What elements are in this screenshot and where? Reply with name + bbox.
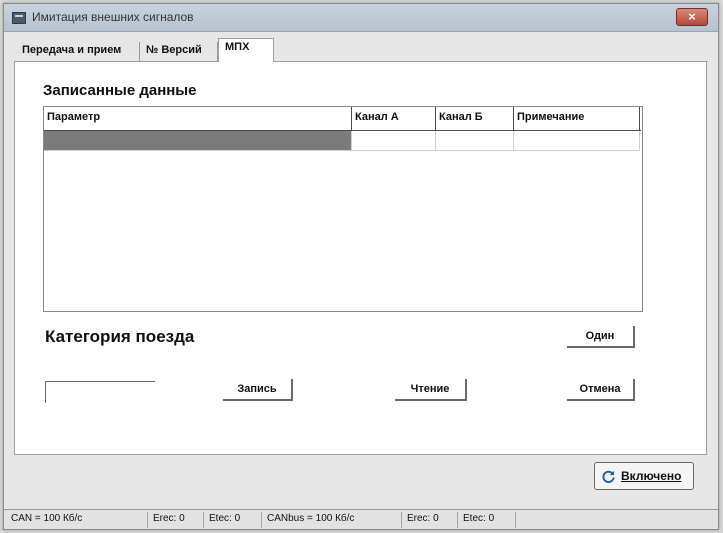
table-cell[interactable] [436,131,514,151]
title-bar[interactable]: Имитация внешних сигналов × [4,4,718,32]
status-erec: Erec: 0 [150,512,204,528]
table-cell[interactable] [352,131,436,151]
tab-transmit-receive[interactable]: Передача и прием [16,42,140,62]
write-button[interactable]: Запись [223,379,293,401]
recorded-data-table[interactable]: Параметр Канал А Канал Б Примечание [43,106,643,312]
column-header-parameter[interactable]: Параметр [44,107,352,131]
table-cell[interactable] [44,131,352,151]
tab-panel: Записанные данные Параметр Канал А Канал… [14,62,707,455]
tab-mph[interactable]: МПХ [218,38,274,63]
status-erec-2: Erec: 0 [404,512,458,528]
table-cell[interactable] [514,131,640,151]
refresh-icon [602,470,615,483]
column-header-channel-b[interactable]: Канал Б [436,107,514,131]
train-category-title: Категория поезда [45,327,195,346]
status-can-speed: CAN = 100 Кб/с [8,512,148,528]
tab-versions[interactable]: № Версий [140,42,218,62]
app-icon [12,12,26,24]
status-etec-2: Etec: 0 [460,512,516,528]
cancel-button[interactable]: Отмена [567,379,635,401]
status-etec: Etec: 0 [206,512,262,528]
enabled-toggle-button[interactable]: Включено [594,462,694,490]
one-button[interactable]: Один [567,326,635,348]
recorded-data-title: Записанные данные [43,82,197,99]
column-header-channel-a[interactable]: Канал А [352,107,436,131]
table-header: Параметр Канал А Канал Б Примечание [44,107,641,131]
enabled-button-label: Включено [621,469,682,483]
read-button[interactable]: Чтение [395,379,467,401]
train-category-input[interactable] [45,381,155,403]
window-title: Имитация внешних сигналов [32,10,194,24]
main-window: Имитация внешних сигналов × Передача и п… [3,3,719,530]
table-row[interactable] [44,131,641,151]
tab-bar: Передача и прием № Версий МПХ [14,38,708,63]
status-bar: CAN = 100 Кб/с Erec: 0 Etec: 0 CANbus = … [4,509,718,529]
column-header-note[interactable]: Примечание [514,107,640,131]
status-canbus-speed: CANbus = 100 Кб/с [264,512,402,528]
close-button[interactable]: × [676,8,708,26]
